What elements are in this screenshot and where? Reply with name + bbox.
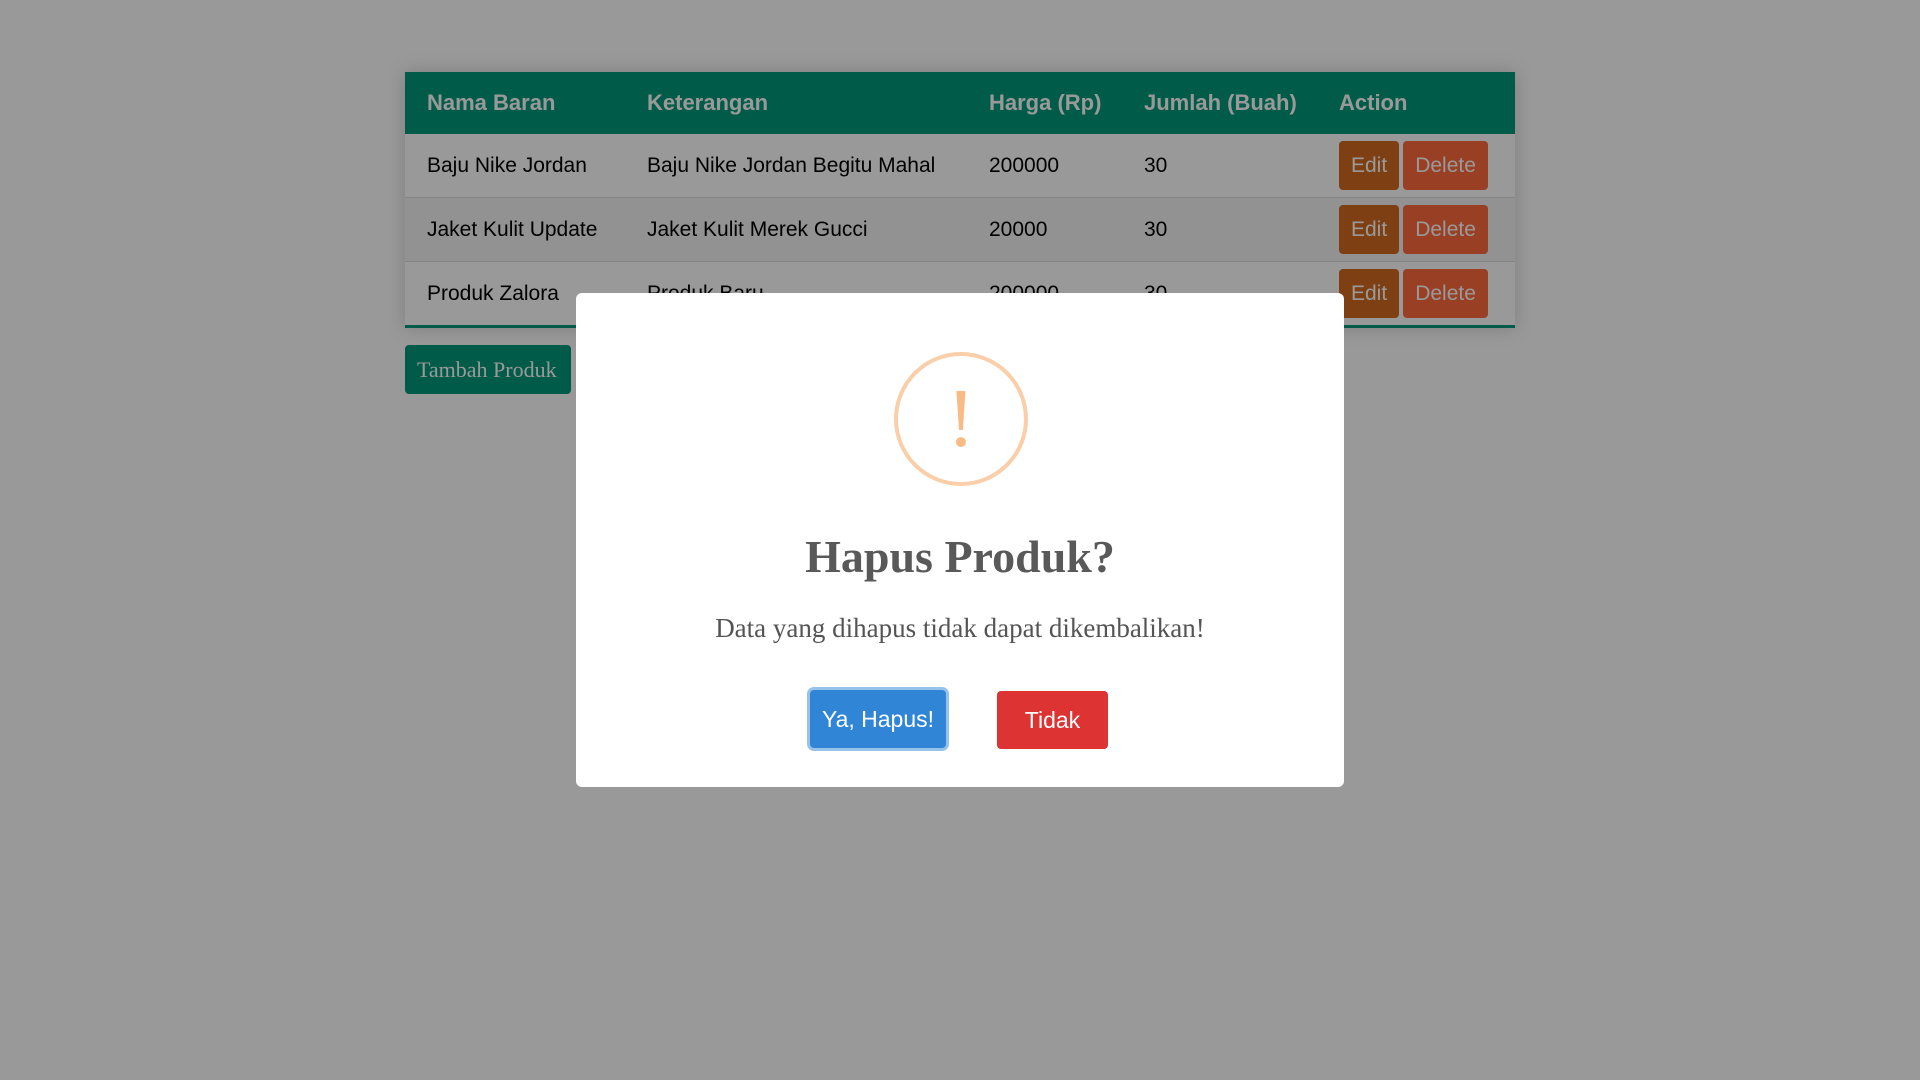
dialog-message: Data yang dihapus tidak dapat dikembalik…: [715, 613, 1205, 643]
cancel-button[interactable]: Tidak: [997, 691, 1108, 749]
page: Nama Baran Keterangan Harga (Rp) Jumlah …: [0, 0, 1920, 1080]
confirm-delete-button[interactable]: Ya, Hapus!: [810, 690, 946, 748]
confirm-delete-dialog: ! Hapus Produk? Data yang dihapus tidak …: [576, 293, 1344, 787]
warning-icon: !: [894, 352, 1028, 486]
dialog-title: Hapus Produk?: [805, 531, 1115, 582]
